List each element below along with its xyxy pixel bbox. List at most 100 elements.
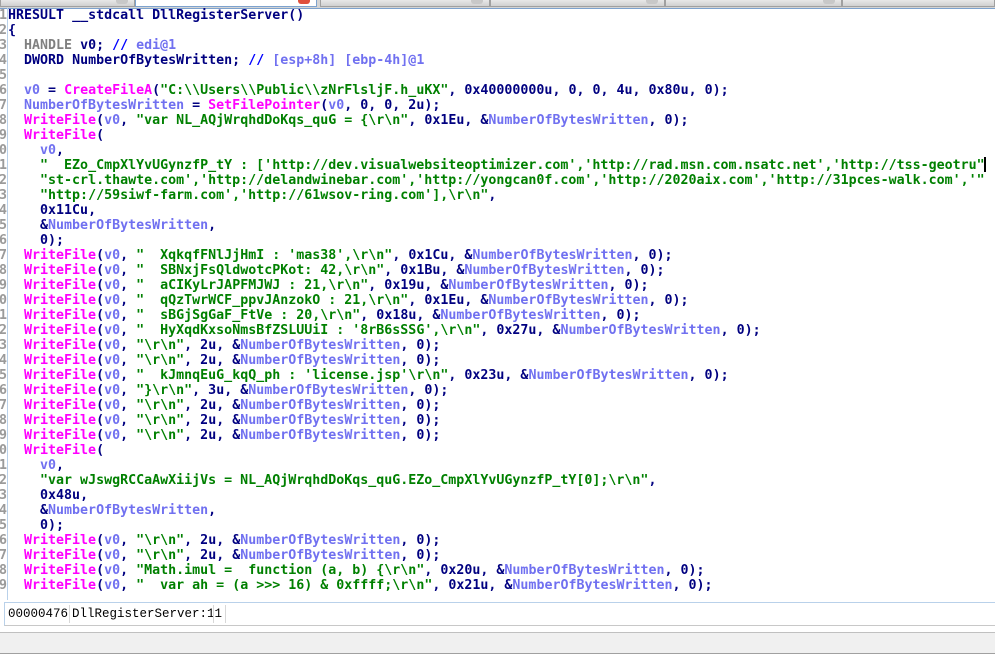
function-name[interactable]: WriteFile — [24, 248, 96, 263]
function-name[interactable]: WriteFile — [24, 128, 96, 143]
function-name[interactable]: WriteFile — [24, 548, 96, 563]
variable-name[interactable]: v0 — [104, 428, 120, 443]
close-tab-icon[interactable] — [646, 0, 658, 4]
variable-name[interactable]: v0 — [104, 563, 120, 578]
function-name[interactable]: WriteFile — [24, 578, 96, 593]
function-name[interactable]: WriteFile — [24, 263, 96, 278]
variable-name[interactable]: NumberOfBytesWritten — [472, 248, 632, 263]
code-line[interactable]: "http://59siwf-farm.com','http://61wsov-… — [8, 188, 985, 203]
code-line[interactable]: WriteFile(v0, " var ah = (a >>> 16) & 0x… — [8, 578, 985, 593]
code-line[interactable]: WriteFile(v0, "}\r\n", 3u, &NumberOfByte… — [8, 383, 985, 398]
code-line[interactable]: WriteFile( — [8, 443, 985, 458]
variable-name[interactable]: NumberOfBytesWritten — [240, 428, 400, 443]
variable-name[interactable]: v0 — [328, 98, 344, 113]
code-line[interactable]: WriteFile(v0, " HyXqdKxsoNmsBfZSLUUiI : … — [8, 323, 985, 338]
code-line[interactable]: WriteFile(v0, " SBNxjFsQldwotcPKot: 42,\… — [8, 263, 985, 278]
code-line[interactable]: " EZo_CmpXlYvUGynzfP_tY : ['http://dev.v… — [8, 158, 985, 173]
code-line[interactable]: NumberOfBytesWritten = SetFilePointer(v0… — [8, 98, 985, 113]
function-name[interactable]: WriteFile — [24, 278, 96, 293]
variable-name[interactable]: NumberOfBytesWritten — [560, 323, 720, 338]
variable-name[interactable]: NumberOfBytesWritten — [448, 278, 608, 293]
variable-name[interactable]: v0 — [24, 83, 40, 98]
code-line[interactable]: v0, — [8, 458, 985, 473]
function-name[interactable]: WriteFile — [24, 338, 96, 353]
code-line[interactable]: DWORD NumberOfBytesWritten; // [esp+8h] … — [8, 53, 985, 68]
close-tab-icon[interactable] — [823, 0, 835, 4]
code-line[interactable]: { — [8, 23, 985, 38]
code-line[interactable]: "var wJswgRCCaAwXiijVs = NL_AQjWrqhdDoKq… — [8, 473, 985, 488]
code-line[interactable]: WriteFile(v0, "Math.imul = function (a, … — [8, 563, 985, 578]
variable-name[interactable]: v0 — [104, 278, 120, 293]
function-name[interactable]: WriteFile — [24, 398, 96, 413]
variable-name[interactable]: NumberOfBytesWritten — [440, 308, 600, 323]
variable-name[interactable]: NumberOfBytesWritten — [240, 398, 400, 413]
function-name[interactable]: CreateFileA — [64, 83, 152, 98]
code-line[interactable]: WriteFile(v0, " XqkqfFNlJjHmI : 'mas38',… — [8, 248, 985, 263]
tab-imports[interactable] — [842, 0, 995, 7]
function-name[interactable]: WriteFile — [24, 293, 96, 308]
variable-name[interactable]: NumberOfBytesWritten — [488, 293, 648, 308]
close-tab-icon[interactable] — [471, 0, 483, 4]
code-line[interactable]: WriteFile(v0, "\r\n", 2u, &NumberOfBytes… — [8, 428, 985, 443]
tab-exports[interactable] — [665, 0, 842, 7]
variable-name[interactable]: NumberOfBytesWritten — [464, 263, 624, 278]
variable-name[interactable]: v0 — [104, 293, 120, 308]
variable-name[interactable]: v0 — [40, 143, 56, 158]
code-line[interactable]: HANDLE v0; // edi@1 — [8, 38, 985, 53]
variable-name[interactable]: NumberOfBytesWritten — [48, 503, 208, 518]
variable-name[interactable]: v0 — [40, 458, 56, 473]
variable-name[interactable]: NumberOfBytesWritten — [512, 578, 672, 593]
function-name[interactable]: WriteFile — [24, 443, 96, 458]
code-line[interactable] — [8, 68, 985, 83]
variable-name[interactable]: v0 — [104, 308, 120, 323]
variable-name[interactable]: v0 — [104, 338, 120, 353]
variable-name[interactable]: NumberOfBytesWritten — [240, 338, 400, 353]
code-line[interactable]: WriteFile(v0, "\r\n", 2u, &NumberOfBytes… — [8, 533, 985, 548]
variable-name[interactable]: v0 — [104, 383, 120, 398]
variable-name[interactable]: NumberOfBytesWritten — [488, 113, 648, 128]
code-line[interactable]: WriteFile(v0, " sBGjSgGaF_FtVe : 20,\r\n… — [8, 308, 985, 323]
code-line[interactable]: 0); — [8, 233, 985, 248]
code-line[interactable]: 0x11Cu, — [8, 203, 985, 218]
function-name[interactable]: WriteFile — [24, 323, 96, 338]
variable-name[interactable]: v0 — [104, 113, 120, 128]
close-tab-icon[interactable] — [116, 0, 128, 4]
function-name[interactable]: WriteFile — [24, 353, 96, 368]
tab-pseudocode[interactable] — [135, 0, 317, 7]
code-line[interactable]: &NumberOfBytesWritten, — [8, 503, 985, 518]
code-line[interactable]: WriteFile(v0, "\r\n", 2u, &NumberOfBytes… — [8, 353, 985, 368]
variable-name[interactable]: NumberOfBytesWritten — [240, 353, 400, 368]
function-name[interactable]: WriteFile — [24, 428, 96, 443]
variable-name[interactable]: NumberOfBytesWritten — [504, 563, 664, 578]
pseudocode-view[interactable]: 1234567891011121314151617181920212223242… — [0, 8, 995, 600]
variable-name[interactable]: v0 — [104, 248, 120, 263]
variable-name[interactable]: NumberOfBytesWritten — [240, 533, 400, 548]
variable-name[interactable]: NumberOfBytesWritten — [48, 218, 208, 233]
variable-name[interactable]: v0 — [104, 533, 120, 548]
variable-name[interactable]: v0 — [104, 323, 120, 338]
code-line[interactable]: WriteFile(v0, "\r\n", 2u, &NumberOfBytes… — [8, 398, 985, 413]
code-line[interactable]: 0x48u, — [8, 488, 985, 503]
variable-name[interactable]: v0 — [104, 548, 120, 563]
function-name[interactable]: WriteFile — [24, 413, 96, 428]
variable-name[interactable]: v0 — [104, 398, 120, 413]
function-name[interactable]: SetFilePointer — [208, 98, 320, 113]
code-line[interactable]: v0, — [8, 143, 985, 158]
variable-name[interactable]: v0 — [104, 413, 120, 428]
code-line[interactable]: WriteFile(v0, "var NL_AQjWrqhdDoKqs_quG … — [8, 113, 985, 128]
function-name[interactable]: WriteFile — [24, 383, 96, 398]
code-line[interactable]: WriteFile(v0, "\r\n", 2u, &NumberOfBytes… — [8, 413, 985, 428]
close-tab-icon[interactable] — [298, 0, 310, 4]
tab-strings-window[interactable] — [320, 0, 490, 7]
code-line[interactable]: WriteFile(v0, " kJmnqEuG_kqQ_ph : 'licen… — [8, 368, 985, 383]
tab-hex-view[interactable] — [490, 0, 665, 7]
variable-name[interactable]: v0 — [104, 368, 120, 383]
variable-name[interactable]: NumberOfBytesWritten — [248, 383, 408, 398]
variable-name[interactable]: v0 — [104, 263, 120, 278]
variable-name[interactable]: NumberOfBytesWritten — [240, 548, 400, 563]
code-line[interactable]: "st-crl.thawte.com','http://delandwineba… — [8, 173, 985, 188]
function-name[interactable]: WriteFile — [24, 113, 96, 128]
variable-name[interactable]: NumberOfBytesWritten — [240, 413, 400, 428]
code-line[interactable]: WriteFile(v0, " qQzTwrWCF_ppvJAnzokO : 2… — [8, 293, 985, 308]
variable-name[interactable]: v0 — [104, 353, 120, 368]
